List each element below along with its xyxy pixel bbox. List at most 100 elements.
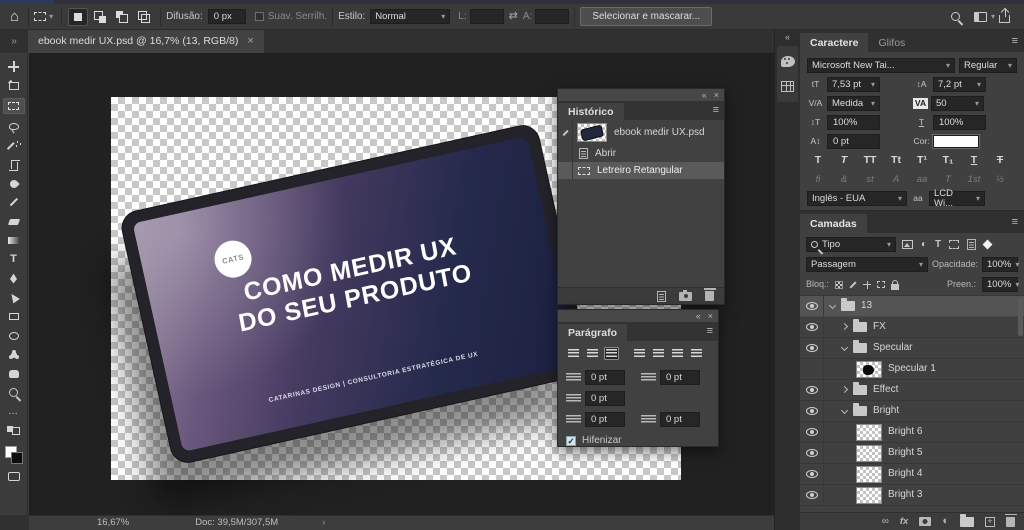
background-color-swatch[interactable]	[11, 452, 23, 464]
filter-toggle-icon[interactable]	[983, 240, 993, 250]
strikethrough-button[interactable]: T	[989, 155, 1011, 166]
tool-preset-chevron-icon[interactable]: ▾	[49, 13, 53, 21]
visibility-toggle[interactable]	[800, 317, 824, 337]
adjustment-layer-icon[interactable]: ◐	[942, 516, 949, 527]
quick-mask-swatches[interactable]	[3, 424, 25, 437]
tab-character[interactable]: Caractere	[800, 33, 868, 53]
lock-artboard-icon[interactable]	[877, 281, 885, 288]
workspace-switcher-icon[interactable]	[974, 12, 987, 22]
new-snapshot-icon[interactable]	[679, 292, 692, 301]
feather-input[interactable]: 0 px	[208, 9, 246, 24]
eraser-tool[interactable]	[3, 215, 25, 228]
panel-menu-icon[interactable]: ≡	[713, 105, 719, 116]
collapse-group-icon[interactable]	[841, 343, 848, 350]
type-tool[interactable]: T	[3, 253, 25, 266]
toolbar-overflow-icon[interactable]: »	[0, 30, 28, 53]
panel-menu-icon[interactable]: ≡	[707, 326, 713, 337]
paragraph-tab[interactable]: Parágrafo	[558, 324, 627, 342]
history-tab[interactable]: Histórico	[558, 103, 624, 121]
visibility-toggle[interactable]	[800, 380, 824, 400]
layer-row-group-specular[interactable]: Specular	[800, 338, 1024, 359]
faux-italic-button[interactable]: T	[833, 155, 855, 166]
expand-group-icon[interactable]	[841, 385, 848, 392]
crop-tool[interactable]	[3, 158, 25, 171]
justify-all-button[interactable]	[689, 347, 704, 360]
new-layer-icon[interactable]: +	[985, 517, 995, 527]
faux-bold-button[interactable]: T	[807, 155, 829, 166]
font-family-dropdown[interactable]: Microsoft New Tai... ▾	[807, 58, 955, 73]
ligatures-button[interactable]: fi	[807, 175, 829, 185]
vertical-scale-input[interactable]: 100%	[827, 115, 880, 130]
layer-row-bright-6[interactable]: Bright 6	[800, 422, 1024, 443]
hyphenate-checkbox[interactable]: ✓	[566, 436, 576, 446]
lock-all-icon[interactable]	[891, 284, 899, 290]
zoom-level[interactable]: 16,67%	[97, 518, 129, 528]
indent-right-input[interactable]: 0 pt	[660, 370, 700, 385]
workspace-chevron-icon[interactable]: ▾	[991, 13, 995, 21]
space-after-input[interactable]: 0 pt	[660, 412, 700, 427]
font-size-dropdown[interactable]: 7,53 pt ▾	[827, 77, 880, 92]
horizontal-scale-input[interactable]: 100%	[933, 115, 986, 130]
justify-last-right-button[interactable]	[670, 347, 685, 360]
history-snapshot-row[interactable]: ebook medir UX.psd	[558, 120, 724, 145]
path-select-tool[interactable]	[3, 291, 25, 304]
subtract-selection-button[interactable]	[112, 8, 132, 26]
move-tool[interactable]	[3, 60, 25, 73]
discretionary-ligatures-button[interactable]: st	[859, 175, 881, 185]
history-step-row-selected[interactable]: Letreiro Retangular	[558, 162, 724, 179]
tab-layers[interactable]: Camadas	[800, 214, 867, 234]
lasso-tool[interactable]	[3, 120, 25, 133]
close-panel-icon[interactable]: ×	[708, 312, 713, 321]
new-group-icon[interactable]	[960, 517, 974, 527]
layer-row-bright-5[interactable]: Bright 5	[800, 443, 1024, 464]
layer-thumbnail[interactable]	[856, 361, 882, 378]
magic-wand-tool[interactable]	[3, 139, 25, 152]
visibility-toggle[interactable]	[800, 443, 824, 463]
language-dropdown[interactable]: Inglês - EUA ▾	[807, 191, 907, 206]
edit-toolbar-button[interactable]: …	[3, 405, 25, 418]
align-left-button[interactable]	[566, 347, 581, 360]
fractions-button[interactable]: ½	[989, 175, 1011, 185]
delete-state-icon[interactable]	[705, 291, 714, 301]
document-tab[interactable]: ebook medir UX.psd @ 16,7% (13, RGB/8) ×	[28, 30, 264, 53]
titling-alternates-button[interactable]: T	[937, 175, 959, 185]
first-line-indent-input[interactable]: 0 pt	[585, 391, 625, 406]
delete-layer-icon[interactable]	[1006, 517, 1015, 527]
align-right-button[interactable]	[604, 347, 619, 360]
leading-dropdown[interactable]: 7,2 pt ▾	[933, 77, 986, 92]
info-panel-icon[interactable]	[781, 81, 794, 92]
eyedropper-tool[interactable]	[3, 177, 25, 190]
select-and-mask-button[interactable]: Selecionar e mascarar...	[580, 7, 712, 26]
height-input[interactable]	[535, 9, 569, 24]
subscript-button[interactable]: T₁	[937, 155, 959, 166]
layer-row-bright-3[interactable]: Bright 3	[800, 485, 1024, 506]
collapse-panel-icon[interactable]: «	[702, 91, 707, 100]
kerning-dropdown[interactable]: Medida ▾	[827, 96, 880, 111]
contextual-alternates-button[interactable]: &	[833, 175, 855, 185]
zoom-tool[interactable]	[3, 386, 25, 399]
layer-row-bright-4[interactable]: Bright 4	[800, 464, 1024, 485]
tab-glyphs[interactable]: Glifos	[868, 33, 915, 53]
layer-row-group-effect[interactable]: Effect	[800, 380, 1024, 401]
gradient-tool[interactable]	[3, 234, 25, 247]
frame-tool[interactable]	[3, 79, 25, 92]
fill-dropdown[interactable]: 100% ▾	[982, 277, 1018, 292]
tracking-dropdown[interactable]: 50 ▾	[931, 96, 984, 111]
pen-tool[interactable]	[3, 272, 25, 285]
blend-mode-dropdown[interactable]: Passagem ▾	[806, 257, 928, 272]
underline-button[interactable]: T	[963, 155, 985, 166]
panel-menu-icon[interactable]: ≡	[1012, 36, 1018, 47]
style-dropdown[interactable]: Normal ▾	[370, 9, 450, 24]
expand-group-icon[interactable]	[841, 322, 848, 329]
visibility-toggle[interactable]	[800, 464, 824, 484]
link-layers-icon[interactable]: ∞	[882, 517, 889, 527]
collapse-group-icon[interactable]	[829, 301, 836, 308]
search-icon[interactable]	[951, 12, 960, 21]
all-caps-button[interactable]: TT	[859, 155, 881, 166]
collapse-panel-icon[interactable]: «	[696, 312, 701, 321]
layer-row-group-fx[interactable]: FX	[800, 317, 1024, 338]
layer-thumbnail[interactable]	[856, 424, 882, 441]
text-color-swatch[interactable]	[933, 135, 979, 148]
share-icon[interactable]	[999, 15, 1010, 23]
new-selection-button[interactable]	[68, 8, 88, 26]
